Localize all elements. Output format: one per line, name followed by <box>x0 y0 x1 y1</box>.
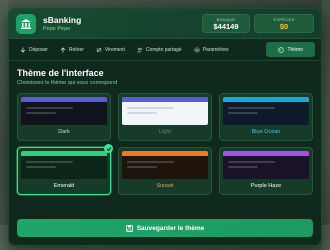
arrow-up-icon <box>60 46 66 52</box>
banking-window: sBanking Pepe Pepe BANQUE $44149 ESPÈCES… <box>8 8 322 246</box>
tab-shared-account[interactable]: Compte partagé <box>132 42 187 57</box>
gear-icon <box>194 46 200 53</box>
theme-name: Blue Ocean <box>251 129 281 135</box>
theme-preview-accent <box>223 97 309 102</box>
tab-label: Virement <box>104 46 125 53</box>
theme-preview-accent <box>223 151 309 156</box>
theme-preview-line <box>228 112 259 114</box>
theme-preview-line <box>228 107 276 109</box>
tab-label: Thème <box>287 46 303 53</box>
bank-balance: BANQUE $44149 <box>202 14 250 33</box>
theme-card-purple-haze[interactable]: Purple Haze <box>219 147 313 195</box>
section-subtitle: Choisissez le thème qui vous correspond <box>17 80 118 86</box>
theme-preview-line <box>127 107 175 109</box>
theme-preview-line <box>26 112 57 114</box>
save-button-label: Sauvegarder le thème <box>136 224 205 232</box>
theme-preview-accent <box>122 97 208 102</box>
arrow-down-icon <box>20 47 26 53</box>
theme-preview <box>223 97 309 125</box>
theme-preview-accent <box>21 97 107 102</box>
transfer-icon <box>96 47 102 52</box>
save-icon <box>125 224 133 232</box>
tab-transfer[interactable]: Virement <box>91 42 130 57</box>
theme-card-light[interactable]: Light <box>118 93 212 141</box>
theme-preview-line <box>127 161 175 163</box>
theme-preview-line <box>127 112 158 114</box>
theme-preview-line <box>228 161 276 163</box>
theme-preview-accent <box>122 151 208 156</box>
tab-deposit[interactable]: Déposer <box>15 42 53 57</box>
theme-name: Light <box>159 129 171 135</box>
section-title: Thème de l'interface <box>17 68 104 78</box>
tab-withdraw[interactable]: Retirer <box>55 42 89 57</box>
check-icon <box>104 144 113 153</box>
theme-preview <box>21 151 107 179</box>
theme-preview-line <box>26 107 74 109</box>
theme-card-dark[interactable]: Dark <box>17 93 111 141</box>
theme-name: Dark <box>58 129 70 135</box>
app-title: sBanking <box>43 15 82 25</box>
tab-label: Retirer <box>68 46 84 53</box>
brand: sBanking Pepe Pepe <box>43 15 81 32</box>
theme-preview <box>122 151 208 179</box>
bank-icon <box>16 13 36 34</box>
theme-preview-line <box>228 166 259 168</box>
palette-icon <box>278 46 285 53</box>
tab-theme[interactable]: Thème <box>266 42 315 57</box>
cash-balance-value: $0 <box>279 21 289 31</box>
cash-balance: ESPÈCES $0 <box>254 14 314 33</box>
tab-settings[interactable]: Paramètres <box>189 42 234 57</box>
theme-grid: Dark Light Blue Ocean Emerald Sunset Purple H… <box>17 93 313 195</box>
header: sBanking Pepe Pepe BANQUE $44149 ESPÈCES… <box>9 9 321 39</box>
theme-preview-line <box>26 166 57 168</box>
theme-preview <box>21 97 107 125</box>
users-icon <box>137 47 143 53</box>
bank-balance-value: $44149 <box>213 21 239 31</box>
theme-name: Sunset <box>156 183 174 189</box>
theme-preview <box>223 151 309 179</box>
theme-preview <box>122 97 208 125</box>
balances: BANQUE $44149 ESPÈCES $0 <box>202 14 314 33</box>
theme-name: Purple Haze <box>250 183 282 189</box>
theme-preview-line <box>26 161 74 163</box>
tab-label: Déposer <box>29 46 48 53</box>
theme-card-blue-ocean[interactable]: Blue Ocean <box>219 93 313 141</box>
user-name: Pepe Pepe <box>43 26 71 32</box>
theme-card-sunset[interactable]: Sunset <box>118 147 212 195</box>
theme-card-emerald[interactable]: Emerald <box>17 144 113 195</box>
theme-preview-line <box>127 166 158 168</box>
save-theme-button[interactable]: Sauvegarder le thème <box>17 219 313 237</box>
theme-content: Thème de l'interface Choisissez le thème… <box>9 61 321 195</box>
tab-label: Paramètres <box>202 46 229 53</box>
tab-label: Compte partagé <box>145 46 182 53</box>
theme-name: Emerald <box>53 183 75 189</box>
tab-bar: Déposer Retirer Virement Compte partagé … <box>9 39 321 61</box>
theme-preview-accent <box>21 151 107 156</box>
